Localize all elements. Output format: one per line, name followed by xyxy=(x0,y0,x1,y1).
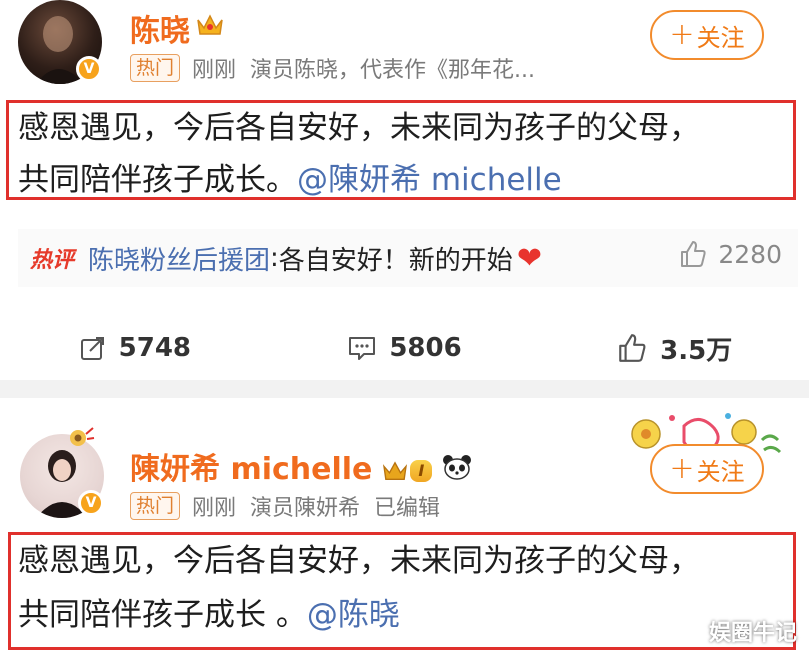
meta-row: 热门 刚刚 演员陳妍希 已编辑 xyxy=(130,490,454,522)
repost-button[interactable]: 5748 xyxy=(0,320,270,376)
like-button[interactable]: 3.5万 xyxy=(539,320,809,376)
membership-badge: I xyxy=(382,459,433,482)
edited-label: 已编辑 xyxy=(374,496,441,521)
hot-comment-like[interactable]: 2280 xyxy=(678,239,782,269)
hot-comment-label: 热评 xyxy=(30,248,75,273)
meta-row: 热门 刚刚 演员陈晓，代表作《那年花... xyxy=(130,52,549,84)
follow-label: 关注 xyxy=(696,457,745,486)
comment-icon xyxy=(349,337,376,360)
follow-button[interactable]: + 关注 xyxy=(650,10,764,60)
heart-icon: ❤ xyxy=(516,240,542,276)
post-time: 刚刚 xyxy=(192,496,237,521)
post-content: 感恩遇见，今后各自安好，未来同为孩子的父母， 共同陪伴孩子成长 。@陈晓 xyxy=(18,534,700,642)
post-time: 刚刚 xyxy=(192,58,237,83)
author-bio: 演员陈晓，代表作《那年花... xyxy=(250,58,536,83)
watermark: 娱圈牛记 xyxy=(708,621,797,646)
crown-icon xyxy=(197,14,223,35)
hot-comment-user[interactable]: 陈晓粉丝后援团 xyxy=(88,240,270,277)
mention-link[interactable]: @陳妍希 michelle xyxy=(297,162,562,198)
crown-icon xyxy=(383,460,408,480)
follow-label: 关注 xyxy=(696,23,745,52)
like-count: 3.5万 xyxy=(660,335,733,366)
post-divider xyxy=(0,380,809,398)
flower-decoration-icon xyxy=(70,427,95,446)
content-line-2: 共同陪伴孩子成长 。@陈晓 xyxy=(18,588,700,642)
hot-tag: 热门 xyxy=(130,492,181,520)
author-name[interactable]: 陈晓 xyxy=(130,6,190,50)
content-line-1: 感恩遇见，今后各自安好，未来同为孩子的父母， xyxy=(18,543,700,579)
comment-button[interactable]: 5806 xyxy=(270,320,540,376)
panda-icon xyxy=(442,453,472,488)
hot-tag: 热门 xyxy=(130,54,181,82)
content-line-2-text: 共同陪伴孩子成长 。 xyxy=(18,597,307,633)
repost-icon xyxy=(80,337,104,360)
level-badge: I xyxy=(410,459,433,482)
hot-comment-text: 各自安好！新的开始 xyxy=(278,245,513,276)
hot-comment-like-count: 2280 xyxy=(718,239,782,269)
author-name[interactable]: 陳妍希 michelle I xyxy=(130,444,472,488)
author-bio: 演员陳妍希 xyxy=(250,496,361,521)
content-line-2-text: 共同陪伴孩子成长。 xyxy=(18,162,297,198)
follow-button[interactable]: + 关注 xyxy=(650,444,764,494)
post-chen-yanxi: V 陳妍希 michelle I 热门 刚刚 演员陳妍希 已编辑 + 关注 感恩遇… xyxy=(0,398,809,661)
mention-link[interactable]: @陈晓 xyxy=(307,597,400,633)
action-bar: 5748 5806 3.5万 xyxy=(0,320,809,376)
post-content: 感恩遇见，今后各自安好，未来同为孩子的父母， 共同陪伴孩子成长。@陳妍希 mic… xyxy=(18,102,700,206)
hot-comment[interactable]: 热评 陈晓粉丝后援团 : 各自安好！新的开始 ❤ 2280 xyxy=(18,229,798,287)
content-line-2: 共同陪伴孩子成长。@陳妍希 michelle xyxy=(18,154,700,206)
hot-comment-colon: : xyxy=(270,243,279,273)
content-line-1: 感恩遇见，今后各自安好，未来同为孩子的父母， xyxy=(18,110,700,146)
thumbs-up-icon xyxy=(681,241,706,267)
plus-icon: + xyxy=(669,17,695,52)
author-name-text: 陳妍希 michelle xyxy=(130,452,373,487)
verified-badge-icon: V xyxy=(78,490,104,516)
thumbs-up-icon xyxy=(619,334,646,362)
plus-icon: + xyxy=(669,451,695,486)
verified-badge-icon: V xyxy=(76,56,102,82)
post-chen-xiao: V 陈晓 热门 刚刚 演员陈晓，代表作《那年花... + 关注 感恩遇见，今后各… xyxy=(0,0,809,380)
comment-count: 5806 xyxy=(389,333,462,363)
repost-count: 5748 xyxy=(118,333,192,363)
